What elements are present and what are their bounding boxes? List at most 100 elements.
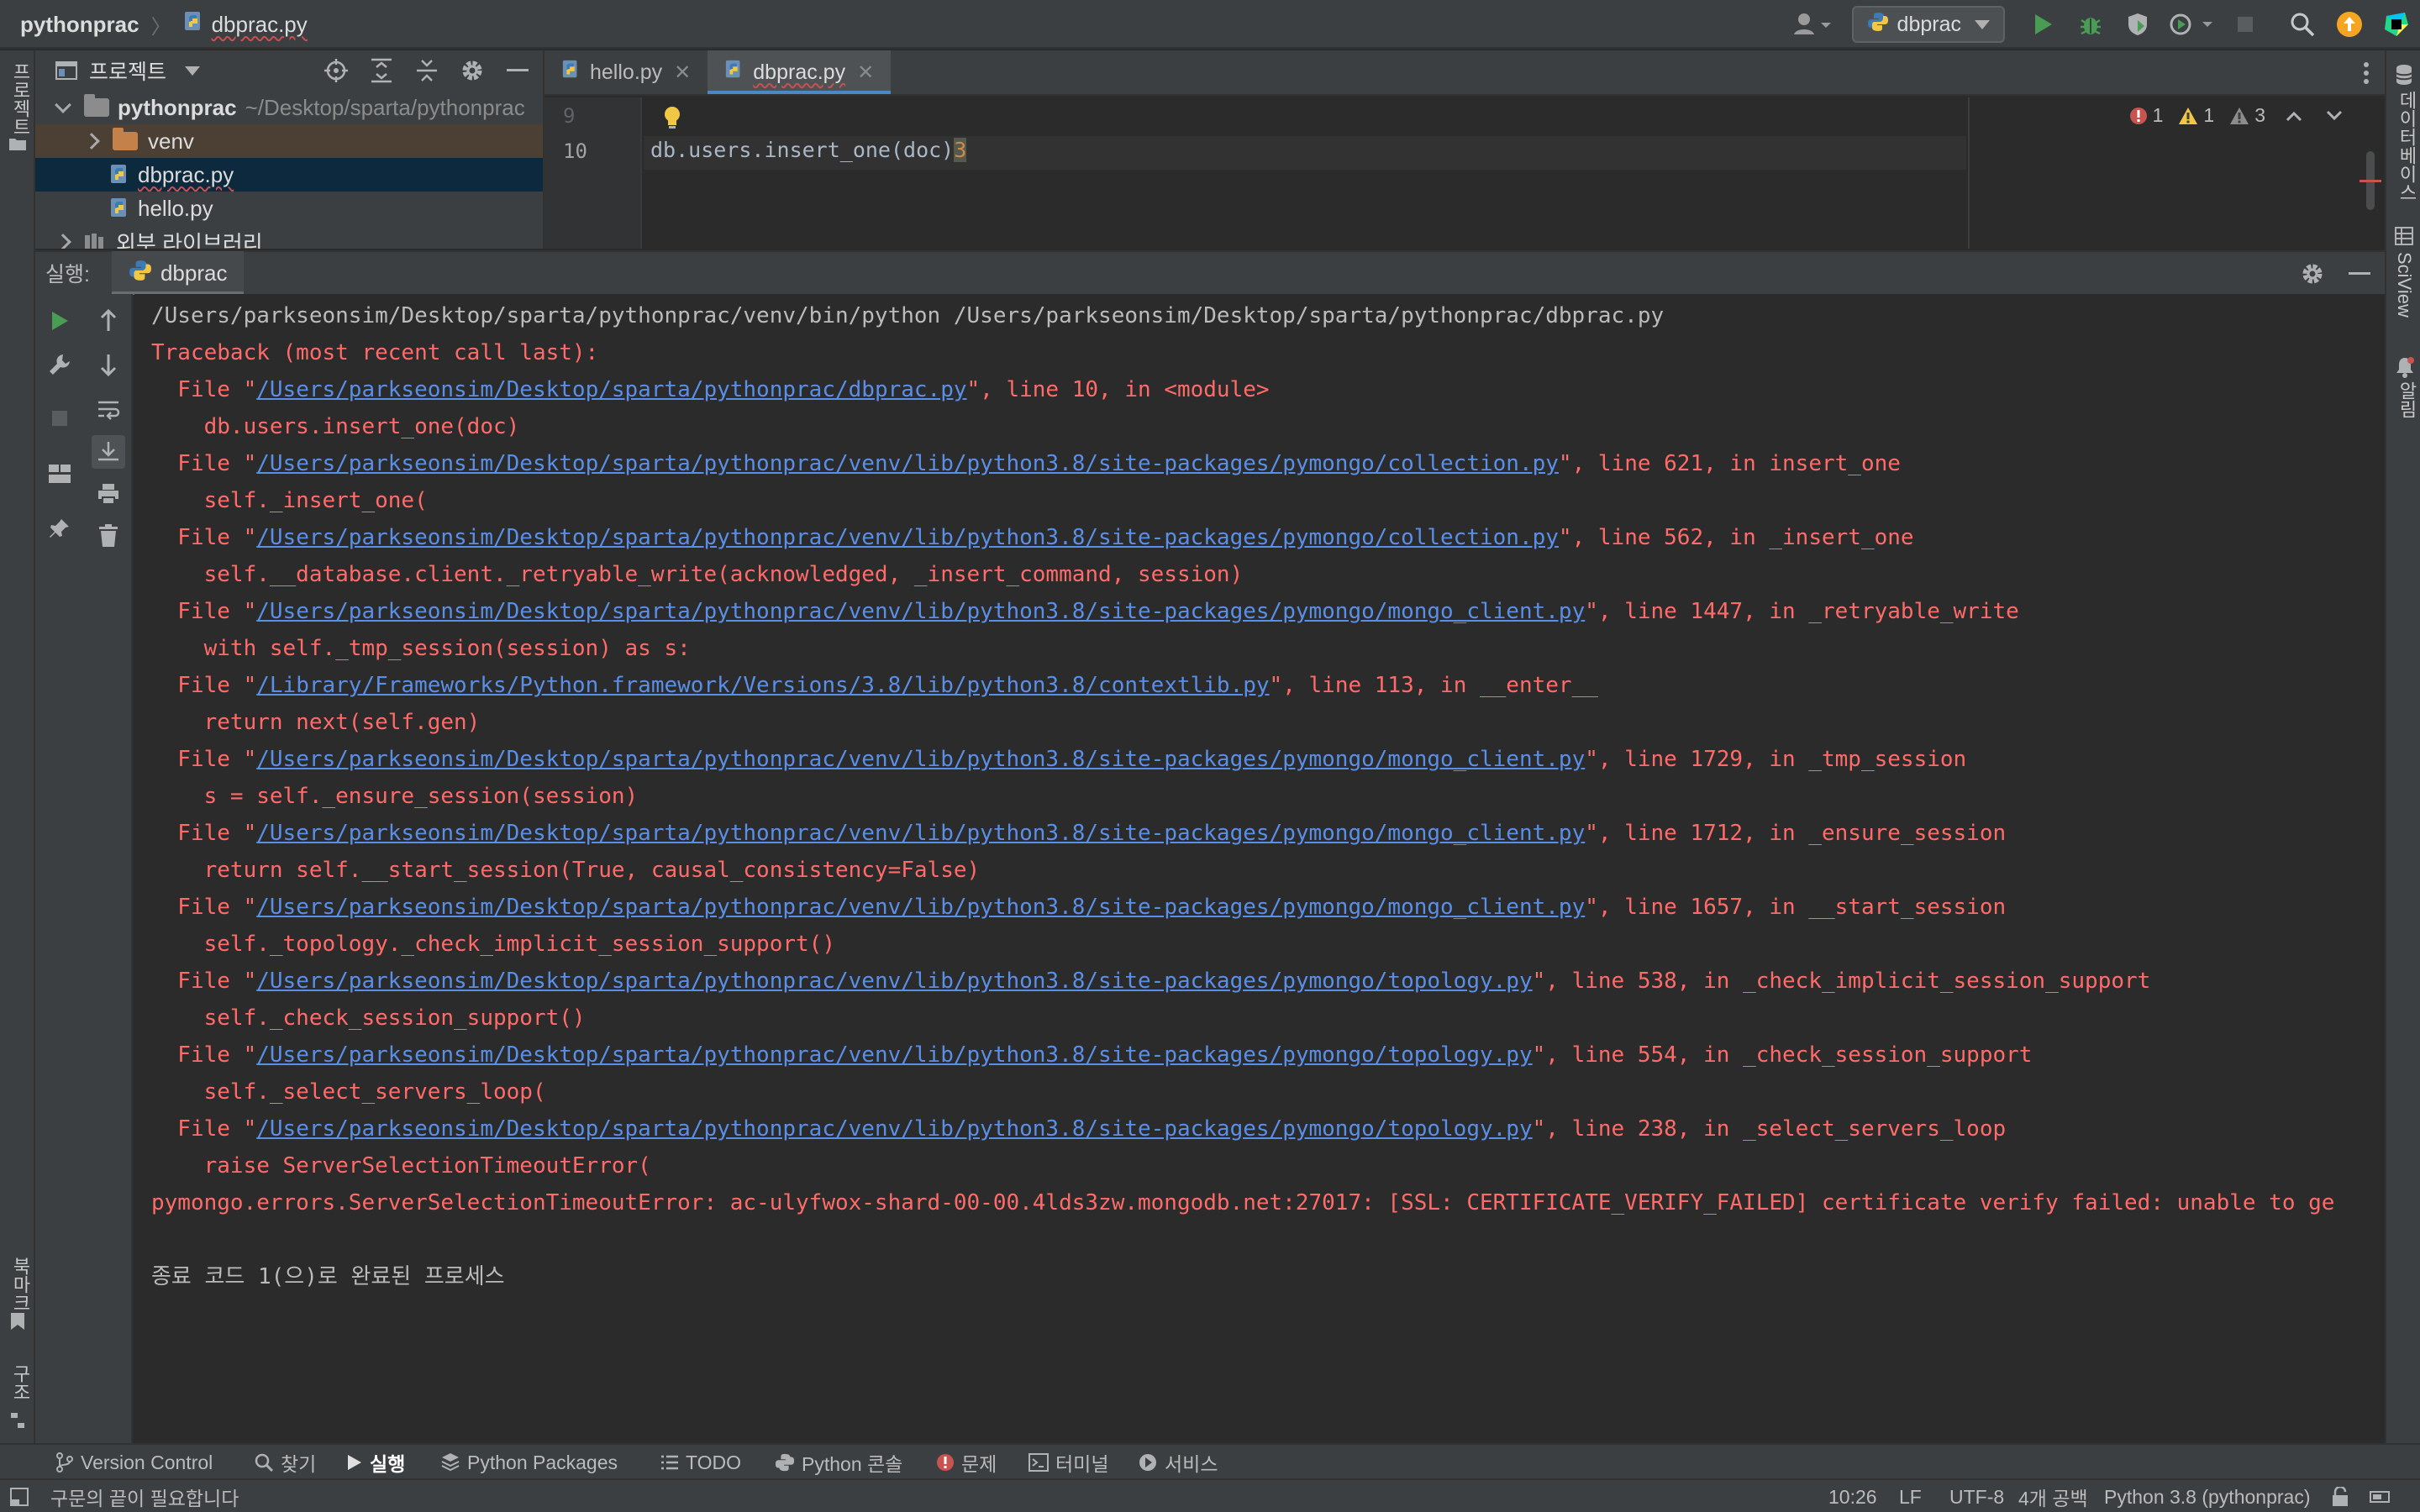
coverage-icon[interactable] <box>2119 6 2156 43</box>
bookmarks-tool-tab[interactable]: 북마크 <box>7 1257 34 1312</box>
hide-panel-icon[interactable] <box>501 54 534 87</box>
tree-item-hello[interactable]: hello.py <box>35 192 543 225</box>
database-tool-tab[interactable]: 데이터베이스 <box>2393 91 2420 202</box>
debug-icon[interactable] <box>2072 6 2109 43</box>
caret-position[interactable]: 10:26 <box>1828 1480 1877 1512</box>
tool-tab-problems[interactable]: 문제 <box>936 1445 997 1480</box>
sciview-icon[interactable] <box>2395 227 2413 249</box>
soft-wrap-icon[interactable] <box>92 393 125 427</box>
update-icon[interactable] <box>2331 6 2368 43</box>
file-link[interactable]: /Users/parkseonsim/Desktop/sparta/python… <box>256 377 966 402</box>
file-link[interactable]: /Users/parkseonsim/Desktop/sparta/python… <box>256 747 1585 772</box>
project-panel-title[interactable]: 프로젝트 <box>89 55 166 86</box>
toggle-tool-windows-icon[interactable] <box>10 1480 29 1512</box>
run-tab-dbprac[interactable]: dbprac <box>111 251 245 295</box>
sciview-tool-tab[interactable]: SciView <box>2393 252 2415 318</box>
tree-item-external-libraries[interactable]: 외부 라이브러리 <box>35 225 543 249</box>
file-link[interactable]: /Users/parkseonsim/Desktop/sparta/python… <box>256 1116 1532 1142</box>
more-vertical-icon[interactable] <box>2351 50 2381 96</box>
jetbrains-logo-icon[interactable] <box>2378 6 2415 43</box>
file-link[interactable]: /Users/parkseonsim/Desktop/sparta/python… <box>256 451 1559 476</box>
file-link[interactable]: /Users/parkseonsim/Desktop/sparta/python… <box>256 969 1532 994</box>
file-link[interactable]: /Users/parkseonsim/Desktop/sparta/python… <box>256 599 1585 624</box>
notifications-tool-tab[interactable]: 알림 <box>2393 381 2420 418</box>
layout-icon[interactable] <box>43 457 76 491</box>
structure-icon[interactable] <box>9 1411 26 1434</box>
file-link[interactable]: /Users/parkseonsim/Desktop/sparta/python… <box>256 525 1559 550</box>
chevron-right-icon[interactable] <box>83 133 100 150</box>
arrow-up-icon[interactable] <box>92 304 125 338</box>
weak-warning-count[interactable]: 3 <box>2229 104 2265 127</box>
chevron-right-icon[interactable] <box>55 234 71 249</box>
chevron-down-icon[interactable] <box>185 66 201 76</box>
tree-item-project-root[interactable]: pythonprac ~/Desktop/sparta/pythonprac <box>35 91 543 124</box>
breadcrumb-file[interactable]: dbprac.py <box>212 12 308 38</box>
tab-dbprac-py[interactable]: dbprac.py ✕ <box>708 50 892 94</box>
warning-count[interactable]: 1 <box>2178 104 2214 127</box>
line-separator[interactable]: LF <box>1899 1480 1922 1512</box>
console-text: ", line 238, in _select_servers_loop <box>1532 1116 2007 1142</box>
tool-tab-run[interactable]: 실행 <box>346 1445 405 1480</box>
hide-panel-icon[interactable] <box>2343 257 2376 291</box>
chevron-down-icon[interactable] <box>55 97 71 113</box>
file-encoding[interactable]: UTF-8 <box>1949 1480 2004 1512</box>
lightbulb-icon[interactable] <box>662 106 682 134</box>
wrench-icon[interactable] <box>43 348 76 381</box>
run-icon[interactable] <box>2025 6 2062 43</box>
print-icon[interactable] <box>92 477 125 511</box>
tool-tab-todo[interactable]: TODO <box>660 1445 741 1480</box>
code-line-10[interactable]: db.users.insert_one(doc)3 <box>650 138 967 162</box>
arrow-down-icon[interactable] <box>92 348 125 381</box>
profile-icon[interactable] <box>2166 6 2217 43</box>
lock-icon[interactable] <box>2331 1480 2349 1512</box>
file-link[interactable]: /Library/Frameworks/Python.framework/Ver… <box>256 673 1269 698</box>
breadcrumb-project[interactable]: pythonprac <box>20 12 139 38</box>
gear-icon[interactable] <box>455 54 489 87</box>
tool-tab-terminal[interactable]: 터미널 <box>1028 1445 1108 1480</box>
tool-tab-python-console[interactable]: Python 콘솔 <box>775 1445 902 1480</box>
scroll-to-end-icon[interactable] <box>92 435 125 469</box>
file-link[interactable]: /Users/parkseonsim/Desktop/sparta/python… <box>256 821 1585 846</box>
bookmark-icon[interactable] <box>9 1312 26 1335</box>
rerun-icon[interactable] <box>43 304 76 338</box>
pin-icon[interactable] <box>43 512 76 546</box>
notifications-icon[interactable] <box>2395 356 2415 382</box>
tab-hello-py[interactable]: hello.py ✕ <box>544 50 708 94</box>
project-tool-tab[interactable]: 프로젝트 <box>7 62 34 136</box>
run-console-output[interactable]: /Users/parkseonsim/Desktop/sparta/python… <box>134 294 2385 1443</box>
trash-icon[interactable] <box>92 519 125 553</box>
search-everywhere-icon[interactable] <box>2284 6 2321 43</box>
project-panel: 프로젝트 pythonprac ~/Desktop/sparta/pythonp… <box>35 50 544 249</box>
tool-tab-version-control[interactable]: Version Control <box>55 1445 213 1480</box>
chevron-down-icon[interactable] <box>2326 110 2348 122</box>
inspection-widget[interactable]: 1 1 3 <box>2114 104 2348 127</box>
database-icon[interactable] <box>2394 64 2414 90</box>
tool-tab-python-packages[interactable]: Python Packages <box>440 1445 618 1480</box>
user-icon[interactable] <box>1786 6 1837 43</box>
tool-tab-services[interactable]: 서비스 <box>1138 1445 1218 1480</box>
expand-all-icon[interactable] <box>365 54 398 87</box>
file-link[interactable]: /Users/parkseonsim/Desktop/sparta/python… <box>256 1042 1532 1068</box>
close-icon[interactable]: ✕ <box>674 60 691 85</box>
left-tool-strip: 프로젝트 북마크 구조 <box>0 50 35 1443</box>
error-stripe-marker[interactable] <box>2360 180 2381 182</box>
run-config-selector[interactable]: dbprac <box>1851 6 2005 43</box>
close-icon[interactable]: ✕ <box>857 60 874 85</box>
tree-item-venv[interactable]: venv <box>35 124 543 158</box>
memory-indicator-icon[interactable] <box>2370 1480 2393 1512</box>
tool-tab-find[interactable]: 찾기 <box>254 1445 316 1480</box>
locate-file-icon[interactable] <box>319 54 353 87</box>
structure-tool-tab[interactable]: 구조 <box>7 1364 34 1401</box>
indent-setting[interactable]: 4개 공백 <box>2018 1480 2088 1512</box>
collapse-all-icon[interactable] <box>410 54 444 87</box>
gear-icon[interactable] <box>2296 257 2329 291</box>
chevron-up-icon[interactable] <box>2286 110 2307 122</box>
interpreter-selector[interactable]: Python 3.8 (pythonprac) <box>2104 1480 2310 1512</box>
file-link[interactable]: /Users/parkseonsim/Desktop/sparta/python… <box>256 895 1585 920</box>
tool-tab-label: 실행 <box>370 1453 406 1475</box>
folder-icon[interactable] <box>8 136 27 155</box>
tree-item-dbprac[interactable]: dbprac.py <box>35 158 543 192</box>
console-line: File "/Users/parkseonsim/Desktop/sparta/… <box>151 519 1913 556</box>
console-line: File "/Library/Frameworks/Python.framewo… <box>151 667 1598 704</box>
error-count[interactable]: 1 <box>2129 104 2163 127</box>
